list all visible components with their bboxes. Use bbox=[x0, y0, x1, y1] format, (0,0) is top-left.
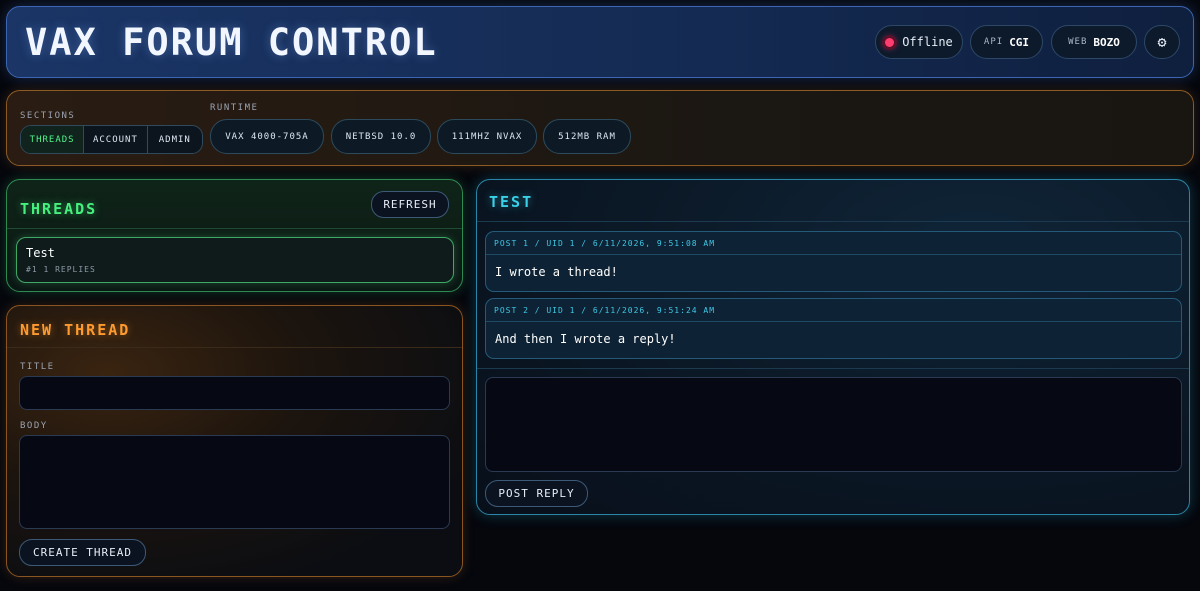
connection-status-badge[interactable]: Offline bbox=[875, 25, 963, 59]
post-body: I wrote a thread! bbox=[495, 265, 618, 279]
web-key-label: WEB bbox=[1068, 37, 1088, 47]
tab-admin[interactable]: ADMIN bbox=[148, 126, 202, 153]
runtime-label: RUNTIME bbox=[210, 103, 259, 113]
post-reply-button[interactable]: POST REPLY bbox=[485, 480, 588, 507]
thread-view-title: TEST bbox=[489, 193, 534, 211]
body-field-label: BODY bbox=[20, 421, 48, 431]
status-label: Offline bbox=[902, 35, 953, 49]
runtime-machine-badge: VAX 4000-705A bbox=[210, 119, 324, 154]
divider bbox=[477, 368, 1189, 369]
title-field-label: TITLE bbox=[20, 362, 55, 372]
tab-threads[interactable]: THREADS bbox=[21, 126, 85, 153]
section-tabs: THREADS ACCOUNT ADMIN bbox=[20, 125, 203, 154]
settings-button[interactable]: ⚙ bbox=[1144, 25, 1180, 59]
status-dot-icon bbox=[885, 37, 895, 47]
web-value: BOZO bbox=[1093, 35, 1120, 49]
divider bbox=[477, 221, 1189, 222]
thread-item-meta: #1 1 REPLIES bbox=[26, 265, 96, 274]
header-bar: VAX FORUM CONTROL Offline API CGI WEB BO… bbox=[6, 6, 1194, 78]
runtime-ram-badge: 512MB RAM bbox=[543, 119, 631, 154]
thread-body-textarea[interactable] bbox=[19, 435, 450, 529]
divider bbox=[7, 347, 462, 348]
api-value: CGI bbox=[1009, 35, 1030, 49]
post-card: POST 2 / UID 1 / 6/11/2026, 9:51:24 AM A… bbox=[485, 298, 1182, 359]
post-card: POST 1 / UID 1 / 6/11/2026, 9:51:08 AM I… bbox=[485, 231, 1182, 292]
thread-list-item[interactable]: Test #1 1 REPLIES bbox=[16, 237, 454, 283]
gear-icon: ⚙ bbox=[1157, 33, 1167, 51]
post-body: And then I wrote a reply! bbox=[495, 332, 676, 346]
new-thread-panel: NEW THREAD TITLE BODY CREATE THREAD bbox=[6, 305, 463, 577]
thread-item-title: Test bbox=[26, 246, 55, 260]
post-header: POST 1 / UID 1 / 6/11/2026, 9:51:08 AM bbox=[486, 232, 1181, 255]
refresh-button[interactable]: REFRESH bbox=[371, 191, 449, 218]
sections-label: SECTIONS bbox=[20, 111, 76, 121]
runtime-cpu-badge: 111MHZ NVAX bbox=[437, 119, 537, 154]
api-key-label: API bbox=[983, 37, 1004, 47]
post-header: POST 2 / UID 1 / 6/11/2026, 9:51:24 AM bbox=[486, 299, 1181, 322]
nav-bar: SECTIONS THREADS ACCOUNT ADMIN RUNTIME V… bbox=[6, 90, 1194, 166]
threads-panel: THREADS REFRESH Test #1 1 REPLIES bbox=[6, 179, 463, 292]
api-badge[interactable]: API CGI bbox=[970, 25, 1043, 59]
thread-view-panel: TEST POST 1 / UID 1 / 6/11/2026, 9:51:08… bbox=[476, 179, 1190, 515]
runtime-os-badge: NETBSD 10.0 bbox=[331, 119, 431, 154]
new-thread-title: NEW THREAD bbox=[20, 321, 131, 339]
create-thread-button[interactable]: CREATE THREAD bbox=[19, 539, 146, 566]
thread-title-input[interactable] bbox=[19, 376, 450, 410]
tab-account[interactable]: ACCOUNT bbox=[84, 126, 148, 153]
web-badge[interactable]: WEB BOZO bbox=[1051, 25, 1137, 59]
threads-title: THREADS bbox=[20, 200, 98, 218]
app-title: VAX FORUM CONTROL bbox=[25, 21, 438, 64]
reply-textarea[interactable] bbox=[485, 377, 1182, 472]
divider bbox=[7, 228, 462, 229]
